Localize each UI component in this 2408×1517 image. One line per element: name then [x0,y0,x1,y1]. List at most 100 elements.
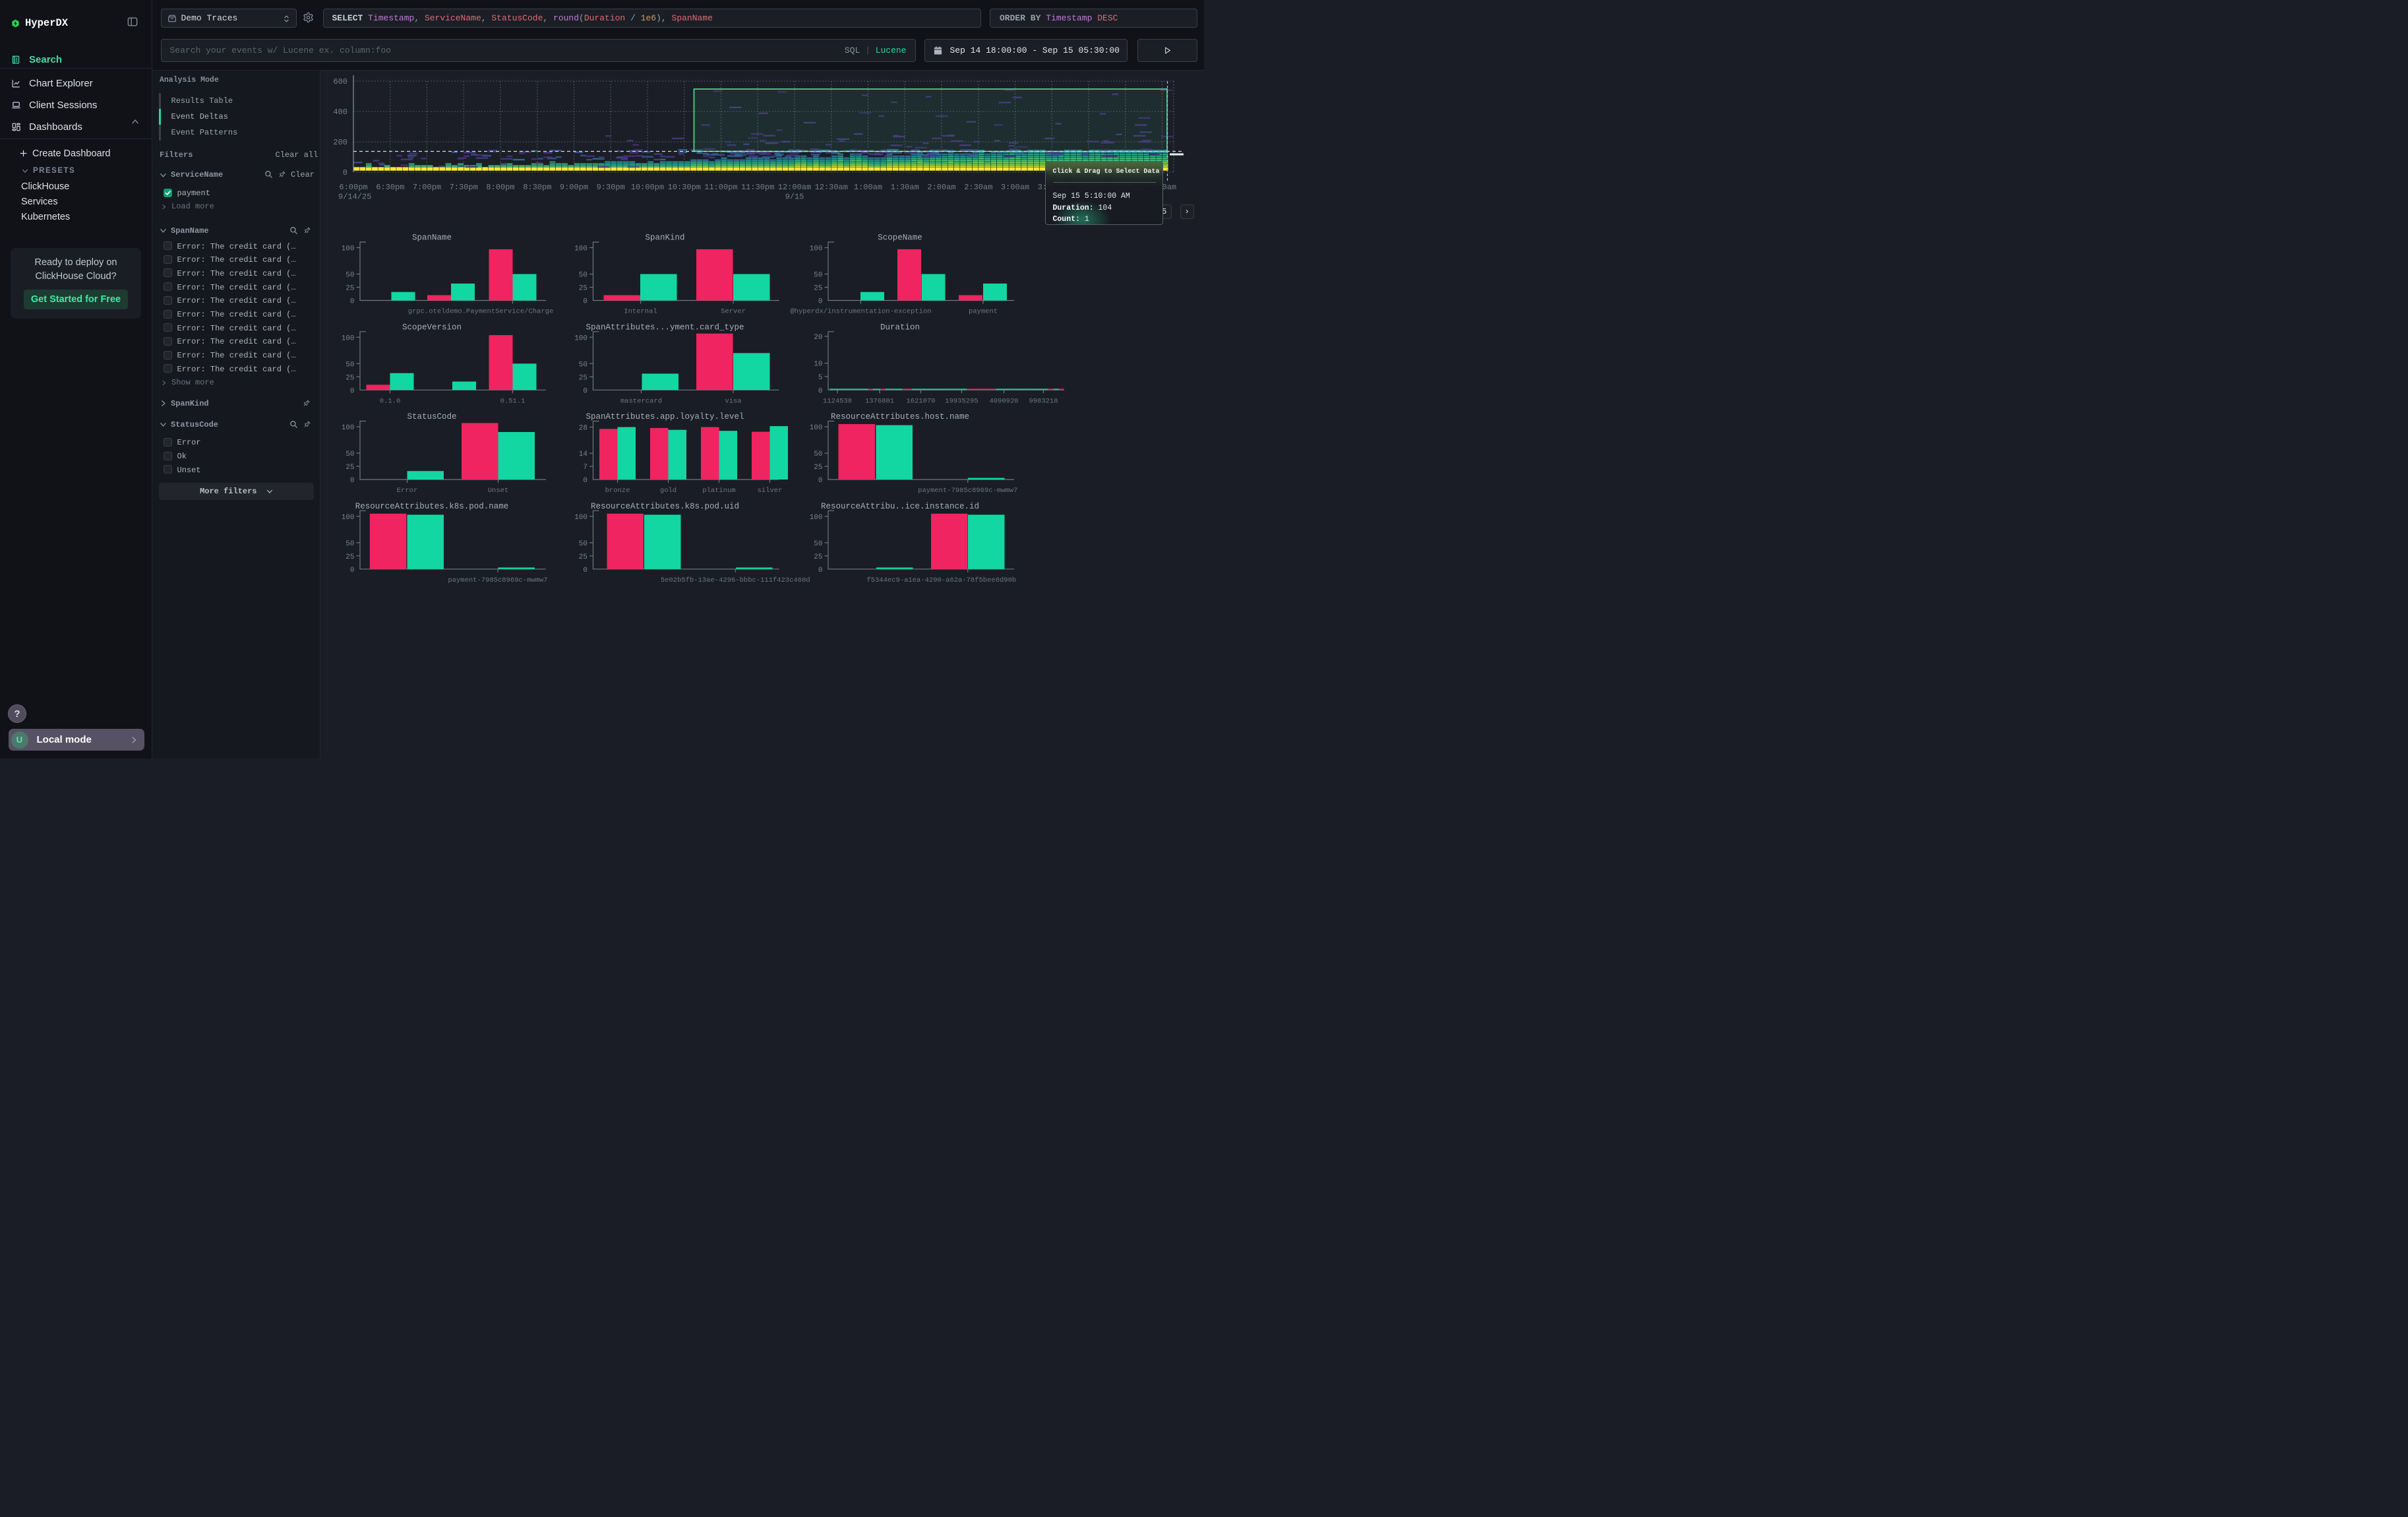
svg-text:ResourceAttributes.k8s.pod.nam: ResourceAttributes.k8s.pod.name [355,502,509,511]
svg-text:9:00pm: 9:00pm [560,183,588,192]
svg-text:payment-7985c8969c-mwmw7: payment-7985c8969c-mwmw7 [448,576,547,584]
svg-text:5e02b5fb-13ae-4296-bbbc-111f42: 5e02b5fb-13ae-4296-bbbc-111f423c460d [661,576,810,584]
svg-text:25: 25 [814,464,822,472]
svg-text:8:00pm: 8:00pm [486,183,514,192]
svg-text:grpc.oteldemo.PaymentService/C: grpc.oteldemo.PaymentService/Charge [408,308,554,316]
svg-text:25: 25 [346,464,354,472]
svg-text:6:00pm: 6:00pm [339,183,367,192]
svg-text:25: 25 [579,285,587,293]
svg-text:200: 200 [333,138,347,147]
svg-text:25: 25 [346,285,354,293]
svg-text:@hyperdx/instrumentation-excep: @hyperdx/instrumentation-exception [790,308,931,316]
svg-text:25: 25 [346,374,354,382]
svg-text:ScopeVersion: ScopeVersion [402,323,462,332]
svg-text:0: 0 [583,387,587,395]
svg-text:28: 28 [579,425,587,433]
svg-text:50: 50 [579,272,587,280]
svg-text:Unset: Unset [488,487,509,495]
svg-text:0: 0 [583,477,587,485]
svg-text:1376801: 1376801 [865,397,894,405]
svg-text:400: 400 [333,108,347,117]
svg-text:100: 100 [810,245,823,253]
svg-text:14: 14 [579,450,588,458]
svg-text:1:30am: 1:30am [891,183,919,192]
svg-text:platinum: platinum [702,487,735,495]
svg-text:50: 50 [579,361,587,369]
svg-text:ResourceAttributes.host.name: ResourceAttributes.host.name [831,412,969,421]
svg-text:2:00am: 2:00am [927,183,955,192]
svg-text:SpanName: SpanName [412,233,452,243]
svg-text:StatusCode: StatusCode [407,412,456,421]
svg-text:3:00am: 3:00am [1001,183,1029,192]
svg-text:50: 50 [814,540,822,548]
svg-text:visa: visa [725,397,741,405]
svg-text:1124538: 1124538 [823,397,852,405]
svg-text:100: 100 [810,514,823,522]
svg-text:7:00pm: 7:00pm [413,183,441,192]
svg-text:50: 50 [346,361,354,369]
svg-text:25: 25 [579,553,587,561]
svg-text:Error: Error [397,487,418,495]
svg-text:1621070: 1621070 [906,397,935,405]
svg-text:50: 50 [579,540,587,548]
svg-text:25: 25 [814,553,822,561]
svg-text:payment-7985c8969c-mwmw7: payment-7985c8969c-mwmw7 [918,487,1017,495]
svg-text:silver: silver [758,487,783,495]
svg-text:0: 0 [343,168,347,177]
svg-text:0: 0 [350,477,355,485]
svg-text:5: 5 [818,374,823,382]
svg-text:100: 100 [810,424,823,432]
svg-text:0: 0 [818,567,823,574]
svg-text:12:30am: 12:30am [815,183,848,192]
svg-text:SpanAttributes...yment.card_ty: SpanAttributes...yment.card_type [586,323,744,332]
svg-text:100: 100 [574,245,587,253]
svg-text:bronze: bronze [605,487,630,495]
svg-text:25: 25 [579,374,587,382]
svg-text:50: 50 [814,450,822,458]
svg-text:0: 0 [818,477,823,485]
svg-text:Duration: Duration [880,323,920,332]
svg-text:0.51.1: 0.51.1 [500,397,526,405]
svg-text:SpanAttributes.app.loyalty.lev: SpanAttributes.app.loyalty.level [586,412,744,421]
svg-text:gold: gold [660,487,677,495]
svg-text:19935295: 19935295 [945,397,978,405]
svg-text:11:30pm: 11:30pm [741,183,774,192]
svg-text:10:30pm: 10:30pm [668,183,701,192]
svg-text:ScopeName: ScopeName [878,233,922,243]
svg-text:0: 0 [818,387,823,395]
svg-text:0: 0 [350,387,355,395]
svg-text:100: 100 [342,514,355,522]
svg-text:50: 50 [346,450,354,458]
svg-text:100: 100 [342,424,355,432]
svg-text:50: 50 [814,272,822,280]
svg-text:0: 0 [583,298,587,306]
svg-text:SpanKind: SpanKind [645,233,684,243]
svg-text:0: 0 [350,567,355,574]
svg-text:12:00am: 12:00am [778,183,811,192]
svg-text:7:30pm: 7:30pm [450,183,478,192]
svg-text:0: 0 [350,298,355,306]
svg-text:9983218: 9983218 [1029,397,1058,405]
svg-text:100: 100 [574,334,587,342]
svg-text:Internal: Internal [624,308,657,316]
svg-text:0: 0 [583,567,587,574]
svg-text:2:30am: 2:30am [964,183,992,192]
svg-text:mastercard: mastercard [620,397,662,405]
svg-text:4090920: 4090920 [989,397,1018,405]
svg-text:100: 100 [574,514,587,522]
svg-text:payment: payment [969,308,998,316]
svg-text:9/15: 9/15 [785,193,804,202]
svg-text:10:00pm: 10:00pm [631,183,664,192]
svg-text:9:30pm: 9:30pm [597,183,625,192]
svg-text:6:30pm: 6:30pm [376,183,404,192]
svg-text:100: 100 [342,334,355,342]
svg-text:ResourceAttributes.k8s.pod.uid: ResourceAttributes.k8s.pod.uid [591,502,739,511]
svg-text:20: 20 [814,334,822,342]
svg-text:8:30pm: 8:30pm [523,183,551,192]
svg-text:50: 50 [346,272,354,280]
svg-text:25: 25 [814,285,822,293]
svg-text:0.1.0: 0.1.0 [380,397,401,405]
svg-text:50: 50 [346,540,354,548]
svg-text:f5344ec9-a1ea-4290-a62a-78f5be: f5344ec9-a1ea-4290-a62a-78f5bee8d90b [866,576,1016,584]
svg-text:Server: Server [721,308,746,316]
